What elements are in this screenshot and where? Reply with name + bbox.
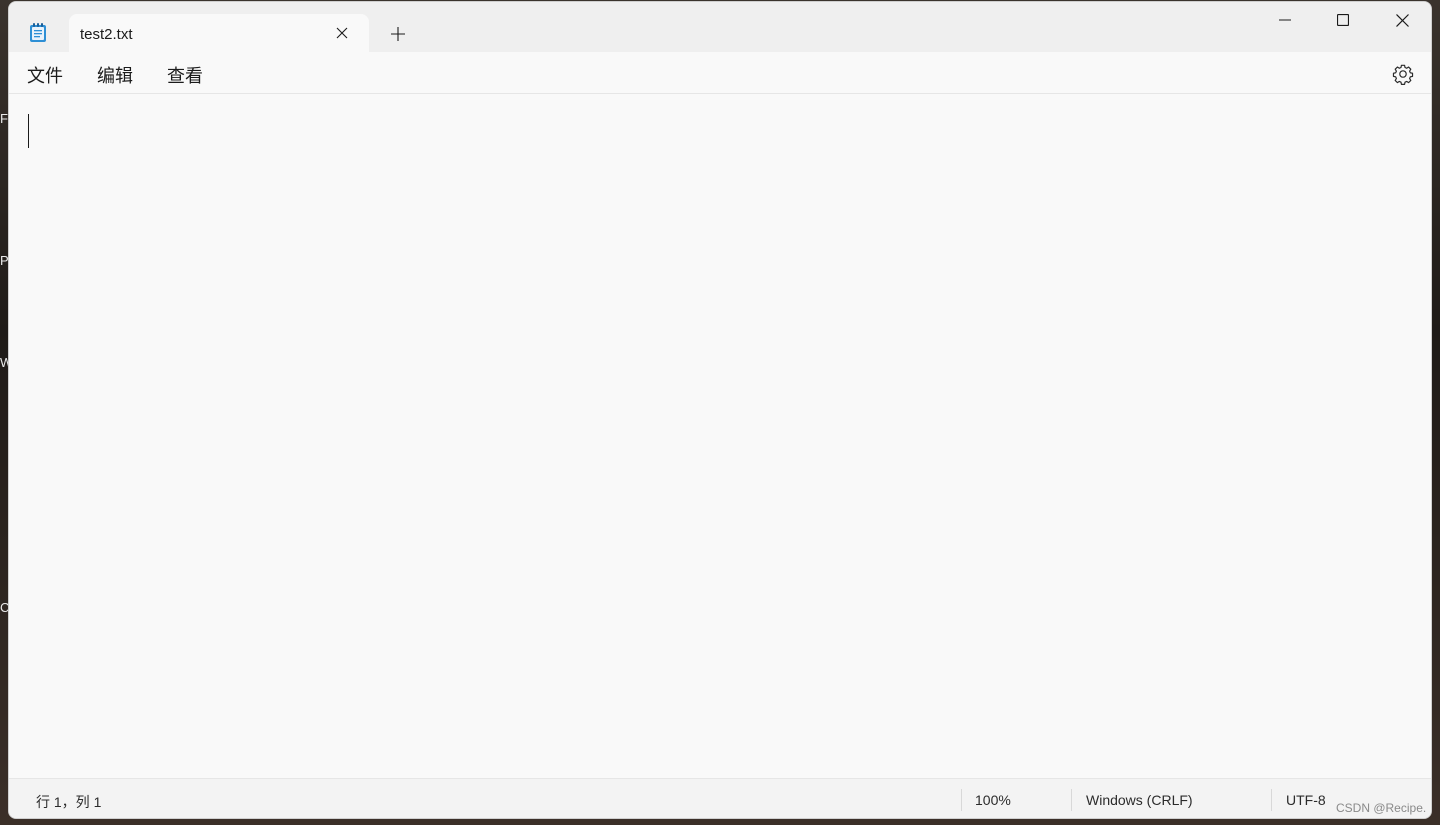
text-editor[interactable] xyxy=(9,94,1431,778)
tab-test2[interactable]: test2.txt xyxy=(69,14,369,53)
title-bar[interactable]: test2.txt xyxy=(9,2,1431,53)
menu-edit[interactable]: 编辑 xyxy=(95,62,135,87)
gear-icon[interactable] xyxy=(1392,63,1414,85)
tab-label: test2.txt xyxy=(80,26,133,43)
close-icon[interactable] xyxy=(1373,2,1431,38)
cursor-position: 行 1，列 1 xyxy=(36,794,102,810)
zoom-level[interactable]: 100% xyxy=(975,792,1011,808)
status-bar: 行 1，列 1 100% Windows (CRLF) UTF-8 xyxy=(9,778,1431,818)
minimize-icon[interactable] xyxy=(1256,2,1314,38)
notepad-icon xyxy=(29,23,47,43)
line-ending[interactable]: Windows (CRLF) xyxy=(1086,792,1193,808)
menu-view[interactable]: 查看 xyxy=(165,62,205,87)
desktop-text-fragment: F xyxy=(0,111,8,126)
plus-icon[interactable] xyxy=(386,22,410,46)
status-divider xyxy=(1071,789,1072,811)
close-icon[interactable] xyxy=(331,22,353,44)
menu-bar: 文件 编辑 查看 xyxy=(9,53,1431,94)
status-divider xyxy=(1271,789,1272,811)
menu-file[interactable]: 文件 xyxy=(25,62,65,87)
watermark: CSDN @Recipe. xyxy=(1336,801,1427,815)
maximize-icon[interactable] xyxy=(1314,2,1372,38)
notepad-window: test2.txt 文件 编辑 查看 行 1，列 1 100% Windows … xyxy=(8,1,1432,819)
encoding[interactable]: UTF-8 xyxy=(1286,792,1326,808)
text-caret xyxy=(28,114,29,148)
status-divider xyxy=(961,789,962,811)
